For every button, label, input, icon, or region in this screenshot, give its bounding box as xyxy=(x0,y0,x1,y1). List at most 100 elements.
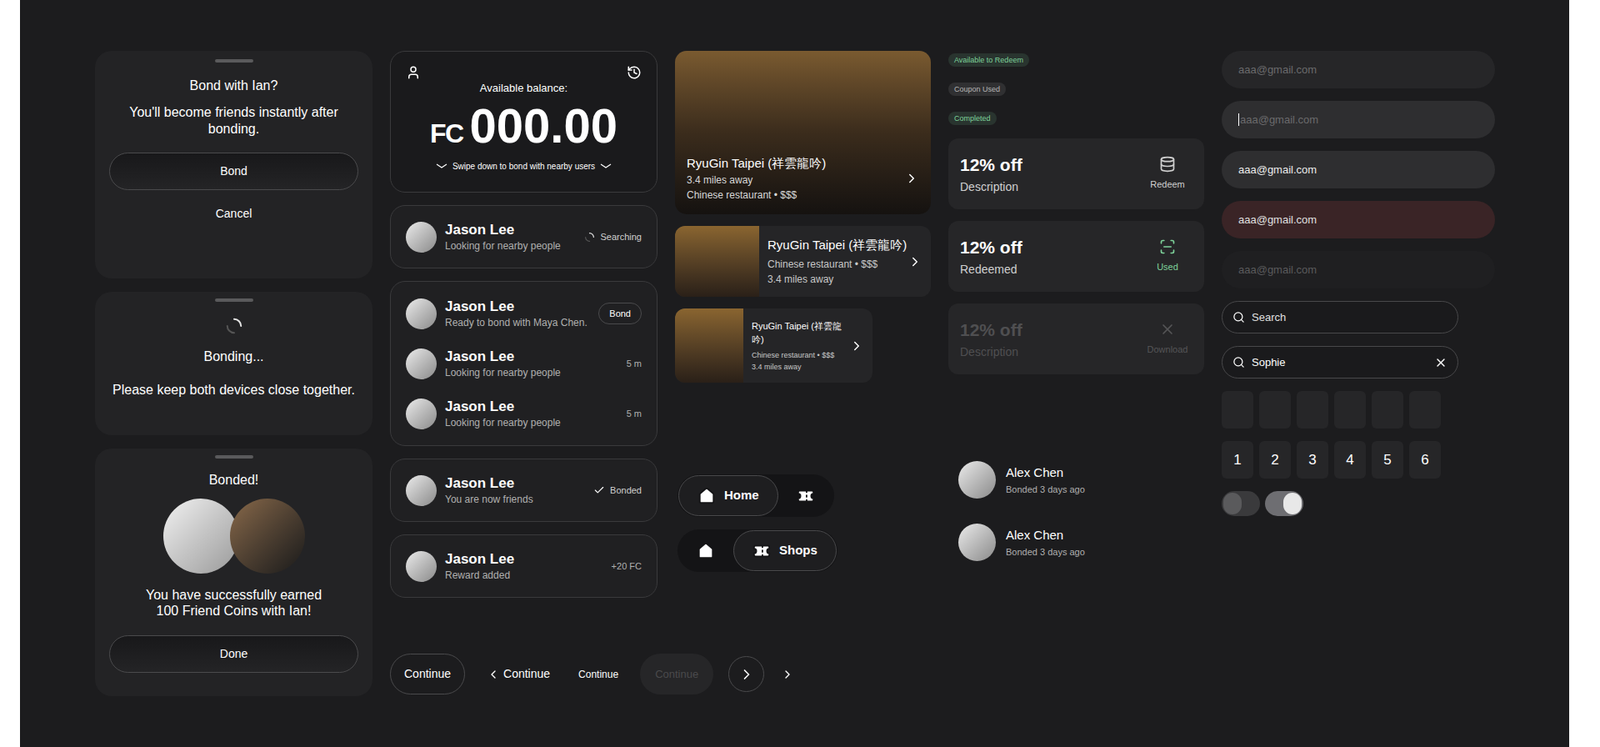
code-box[interactable] xyxy=(1221,390,1254,429)
email-input[interactable]: aaa@gmail.com xyxy=(1221,100,1495,139)
status-badge: Completed xyxy=(948,111,997,125)
coupons-column: Available to Redeem Coupon Used Completed 1… xyxy=(948,50,1205,561)
toggle-switch[interactable] xyxy=(1221,490,1260,516)
person-status: Looking for nearby people xyxy=(445,365,619,380)
sheet-title: Bond with Ian? xyxy=(190,75,279,96)
email-input[interactable]: aaa@gmail.com xyxy=(1221,200,1495,239)
chevron-right-icon xyxy=(907,254,923,270)
person-name: Jason Lee xyxy=(445,347,619,366)
balance-amount: FC000.00 xyxy=(390,101,657,150)
coupon-card[interactable]: 12% offRedeemedUsed xyxy=(948,220,1205,292)
code-box[interactable]: 3 xyxy=(1296,440,1329,479)
avatar xyxy=(405,550,437,582)
coins-icon xyxy=(1159,155,1176,173)
close-icon xyxy=(1159,320,1176,338)
coupon-action[interactable]: Redeem xyxy=(1142,155,1193,192)
bond-button[interactable]: Bond xyxy=(598,302,642,325)
code-box[interactable]: 5 xyxy=(1371,440,1404,479)
nav-tab[interactable]: Shops xyxy=(733,530,837,571)
code-box[interactable] xyxy=(1371,390,1404,429)
home-icon xyxy=(697,486,716,505)
continue-button[interactable]: Continue xyxy=(390,653,465,695)
profile-icon[interactable] xyxy=(405,65,421,80)
person-row[interactable]: Jason LeeLooking for nearby peopleSearch… xyxy=(390,215,657,259)
restaurant-card[interactable]: RyuGin Taipei (祥雲龍吟)Chinese restaurant •… xyxy=(675,225,931,297)
nav-bar: Home xyxy=(677,474,835,517)
nav-tab[interactable] xyxy=(778,475,834,516)
coupon-subtitle: Description xyxy=(960,178,1023,196)
balance-label: Available balance: xyxy=(390,80,657,97)
person-status: Ready to bond with Maya Chen. xyxy=(445,315,590,330)
person-row[interactable]: Jason LeeReady to bond with Maya Chen.Bo… xyxy=(390,291,657,335)
email-input[interactable]: aaa@gmail.com xyxy=(1221,50,1495,89)
ticket-icon xyxy=(752,541,771,560)
person-row[interactable]: Jason LeeYou are now friendsBonded xyxy=(390,468,657,512)
code-box[interactable]: 2 xyxy=(1259,440,1291,479)
avatar xyxy=(958,523,996,561)
person-row[interactable]: Jason LeeLooking for nearby people5 m xyxy=(390,391,657,435)
restaurant-card[interactable]: RyuGin Taipei (祥雲龍吟)Chinese restaurant •… xyxy=(675,308,873,383)
search-field[interactable]: Sophie xyxy=(1221,345,1459,379)
person-row[interactable]: Jason LeeLooking for nearby people5 m xyxy=(390,341,657,385)
code-box[interactable]: 6 xyxy=(1409,440,1441,479)
code-box[interactable] xyxy=(1334,390,1366,429)
avatar xyxy=(405,398,437,430)
restaurant-meta: Chinese restaurant • $$$ xyxy=(767,256,907,272)
nav-tab[interactable]: Home xyxy=(678,475,779,516)
back-button[interactable]: Continue xyxy=(480,653,557,695)
coupon-card: 12% offDescriptionDownload xyxy=(948,303,1205,375)
code-box[interactable] xyxy=(1296,390,1329,429)
person-row[interactable]: Jason LeeReward added+20 FC xyxy=(390,544,657,588)
code-input[interactable] xyxy=(1221,390,1495,429)
nav-bar: Shops xyxy=(677,529,838,572)
clear-icon[interactable] xyxy=(1434,355,1448,370)
status-badge: Coupon Used xyxy=(948,82,1006,96)
searching-status: Searching xyxy=(584,230,642,245)
component-sheet: Bond with Ian?You'll become friends inst… xyxy=(20,0,1570,747)
avatar xyxy=(405,348,437,380)
coupon-title: 12% off xyxy=(960,151,1023,179)
sheet-grabber[interactable] xyxy=(215,298,254,302)
history-icon[interactable] xyxy=(626,65,642,80)
search-field[interactable]: Search xyxy=(1221,300,1459,334)
restaurant-meta: Chinese restaurant • $$$ xyxy=(686,187,826,203)
time-ago: 5 m xyxy=(626,406,642,421)
swipe-hint: Swipe down to bond with nearby users xyxy=(390,160,657,173)
code-input[interactable]: 123456 xyxy=(1221,440,1495,479)
next-button[interactable] xyxy=(728,655,765,692)
coupon-action[interactable]: Used xyxy=(1142,238,1193,275)
text-button[interactable]: Continue xyxy=(571,653,625,695)
code-box[interactable]: 4 xyxy=(1334,440,1366,479)
inputs-column: aaa@gmail.com aaa@gmail.com aaa@gmail.com a… xyxy=(1221,50,1495,516)
sheet-grabber[interactable] xyxy=(215,59,254,63)
restaurant-meta: 3.4 miles away xyxy=(751,360,850,373)
avatar xyxy=(163,498,239,574)
next-chevron-button[interactable] xyxy=(779,655,796,692)
bond-sheet: Bonding...Please keep both devices close… xyxy=(95,291,373,435)
spinner-icon xyxy=(584,231,595,243)
check-icon xyxy=(593,484,605,496)
chevron-right-icon xyxy=(904,170,920,186)
status-badge: Available to Redeem xyxy=(948,53,1030,67)
email-input[interactable]: aaa@gmail.com xyxy=(1221,150,1495,189)
bond-button[interactable]: Bond xyxy=(109,152,359,190)
chevron-right-icon xyxy=(849,338,865,354)
restaurant-meta: 3.4 miles away xyxy=(767,271,907,287)
search-icon xyxy=(1232,310,1245,324)
restaurant-card[interactable]: RyuGin Taipei (祥雲龍吟)3.4 miles awayChines… xyxy=(675,50,931,215)
code-box[interactable] xyxy=(1409,390,1441,429)
friend-row[interactable]: Alex ChenBonded 3 days ago xyxy=(958,460,1205,499)
done-button[interactable]: Done xyxy=(109,635,359,673)
coupon-card[interactable]: 12% offDescription Redeem xyxy=(948,138,1205,210)
coupon-subtitle: Redeemed xyxy=(960,260,1023,279)
avatar xyxy=(405,221,437,253)
toggle-switch[interactable] xyxy=(1265,490,1304,516)
cancel-button[interactable]: Cancel xyxy=(215,205,253,223)
code-box[interactable] xyxy=(1259,390,1291,429)
friend-row[interactable]: Alex ChenBonded 3 days ago xyxy=(958,523,1205,561)
code-box[interactable]: 1 xyxy=(1221,440,1254,479)
restaurant-photo xyxy=(675,225,760,297)
sheet-grabber[interactable] xyxy=(215,455,254,459)
avatar xyxy=(230,498,305,574)
nav-tab[interactable] xyxy=(678,530,734,571)
